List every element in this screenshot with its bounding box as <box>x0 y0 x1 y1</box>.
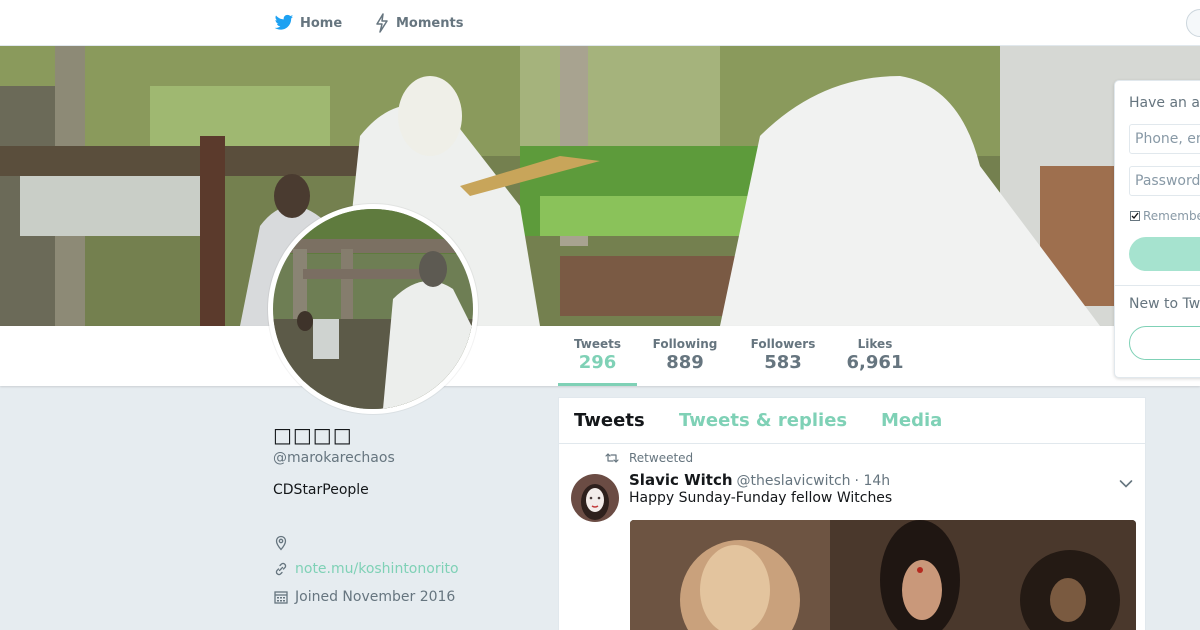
profile-name: □□□□ <box>273 423 353 447</box>
link-icon <box>275 562 287 576</box>
stat-likes[interactable]: Likes 6,961 <box>840 326 910 386</box>
stat-following[interactable]: Following 889 <box>645 326 725 386</box>
tweet-menu-button[interactable] <box>1119 474 1133 493</box>
profile-joined-text: Joined November 2016 <box>295 589 456 605</box>
top-nav: Home Moments <box>0 0 1200 46</box>
chevron-down-icon <box>1119 480 1133 488</box>
profile-handle[interactable]: @marokarechaos <box>273 450 395 466</box>
tab-media[interactable]: Media <box>881 398 942 444</box>
profile-link-row: note.mu/koshintonorito <box>273 561 459 577</box>
tweet-timestamp[interactable]: · 14h <box>855 473 891 489</box>
tweet-author-avatar[interactable] <box>571 474 619 522</box>
stat-followers-label: Followers <box>750 337 816 351</box>
profile-location <box>273 535 289 551</box>
profile-stats-bar: Tweets 296 Following 889 Followers 583 L… <box>0 326 1200 386</box>
stat-tweets-value: 296 <box>578 352 617 373</box>
retweeted-label: Retweeted <box>629 451 694 465</box>
profile-bio: CDStarPeople <box>273 482 369 498</box>
profile-banner <box>0 46 1200 326</box>
login-divider <box>1115 285 1200 286</box>
phone-email-input[interactable]: Phone, em <box>1129 124 1200 154</box>
login-box: Have an a Phone, em Password Remembe New… <box>1114 80 1200 378</box>
signup-prompt: New to Tw <box>1129 296 1200 312</box>
stat-tweets[interactable]: Tweets 296 <box>558 326 637 386</box>
retweet-icon <box>605 453 619 463</box>
checkbox-checked-icon[interactable] <box>1130 211 1140 221</box>
nav-home[interactable]: Home <box>274 0 342 46</box>
remember-me[interactable]: Remembe <box>1130 209 1200 223</box>
timeline-tabs: Tweets Tweets & replies Media <box>559 398 1145 444</box>
location-pin-icon <box>275 535 287 551</box>
calendar-icon <box>274 591 288 604</box>
nav-account-avatar[interactable] <box>1186 9 1200 37</box>
profile-avatar[interactable] <box>268 204 478 414</box>
nav-moments-label: Moments <box>396 15 464 31</box>
tweet-author-name[interactable]: Slavic Witch <box>629 471 733 489</box>
login-button[interactable] <box>1129 237 1200 271</box>
stat-followers-value: 583 <box>764 352 802 373</box>
tweet-author-handle[interactable]: @theslavicwitch <box>737 473 851 489</box>
nav-moments[interactable]: Moments <box>374 0 463 46</box>
stat-following-label: Following <box>652 337 718 351</box>
stat-followers[interactable]: Followers 583 <box>743 326 823 386</box>
tweet-media-image[interactable] <box>630 520 1136 630</box>
password-input[interactable]: Password <box>1129 166 1200 196</box>
timeline: Tweets Tweets & replies Media Retweeted … <box>558 397 1146 630</box>
profile-website-link[interactable]: note.mu/koshintonorito <box>295 561 459 577</box>
retweeted-context: Retweeted <box>605 451 693 465</box>
login-title: Have an a <box>1129 95 1200 111</box>
tab-tweets[interactable]: Tweets <box>574 398 645 444</box>
nav-home-label: Home <box>300 15 343 31</box>
profile-joined: Joined November 2016 <box>273 589 455 605</box>
stat-following-value: 889 <box>666 352 704 373</box>
lightning-icon <box>376 13 388 33</box>
remember-me-label: Remembe <box>1143 209 1200 223</box>
stat-tweets-label: Tweets <box>573 337 622 351</box>
stat-likes-label: Likes <box>857 337 893 351</box>
stat-likes-value: 6,961 <box>846 352 904 373</box>
twitter-bird-icon <box>274 14 294 30</box>
tweet-header: Slavic Witch @theslavicwitch · 14h <box>629 471 890 489</box>
tab-tweets-replies[interactable]: Tweets & replies <box>679 398 847 444</box>
signup-button[interactable] <box>1129 326 1200 360</box>
tweet-text: Happy Sunday-Funday fellow Witches <box>629 490 893 506</box>
